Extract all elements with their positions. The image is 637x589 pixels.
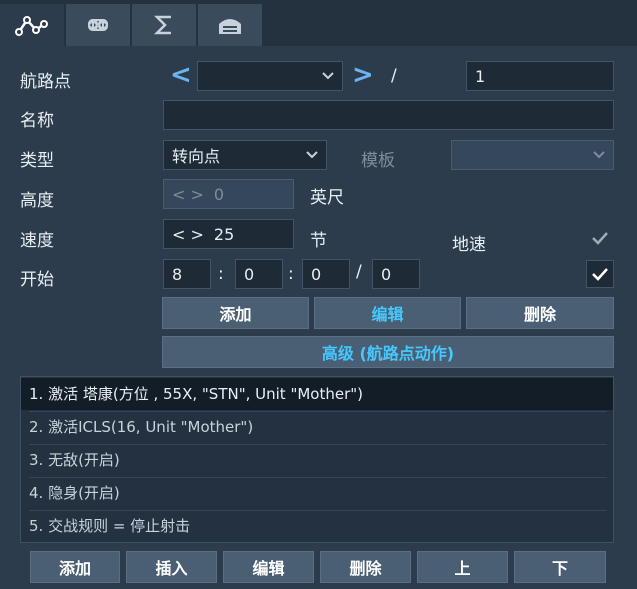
start-separator-2: : bbox=[288, 264, 294, 284]
start-label: 开始 bbox=[20, 270, 54, 290]
next-waypoint-button[interactable]: > bbox=[352, 60, 374, 90]
speed-stepper[interactable]: < > bbox=[172, 225, 204, 244]
waypoint-path-icon bbox=[15, 16, 48, 36]
waypoint-total-field: 1 bbox=[466, 61, 614, 91]
template-select bbox=[451, 140, 614, 170]
tab-bar bbox=[0, 0, 637, 46]
list-item[interactable]: 3. 无敌(开启) bbox=[21, 444, 613, 476]
add-button[interactable]: 添加 bbox=[30, 551, 120, 583]
tab-commands[interactable] bbox=[66, 4, 130, 46]
name-input[interactable] bbox=[163, 100, 614, 130]
tab-hangar[interactable] bbox=[198, 4, 262, 46]
altitude-label: 高度 bbox=[20, 191, 54, 211]
add-action-button[interactable]: 添加 bbox=[162, 297, 309, 329]
waypoint-action-list[interactable]: 1. 激活 塔康(方位 , 55X, "STN", Unit "Mother")… bbox=[20, 376, 614, 543]
start-hours-value: 8 bbox=[172, 264, 183, 284]
waypoint-select[interactable] bbox=[197, 61, 343, 91]
list-item[interactable]: 2. 激活ICLS(16, Unit "Mother") bbox=[21, 411, 613, 443]
speed-input[interactable]: < > 25 bbox=[163, 219, 294, 249]
chevron-down-icon bbox=[593, 151, 605, 159]
altitude-value: 0 bbox=[213, 184, 225, 204]
ground-speed-checkbox bbox=[586, 224, 614, 252]
prev-waypoint-button[interactable]: < bbox=[170, 60, 192, 90]
start-hours-input[interactable]: 8 bbox=[163, 259, 211, 289]
speed-label: 速度 bbox=[20, 231, 54, 251]
type-label: 类型 bbox=[20, 151, 54, 171]
start-separator-1: : bbox=[218, 264, 224, 284]
delete-button[interactable]: 删除 bbox=[320, 551, 411, 583]
template-label: 模板 bbox=[361, 151, 395, 171]
start-seconds-input[interactable]: 0 bbox=[302, 259, 350, 289]
start-minutes-input[interactable]: 0 bbox=[235, 259, 283, 289]
list-item[interactable]: 1. 激活 塔康(方位 , 55X, "STN", Unit "Mother") bbox=[21, 378, 613, 410]
start-checkbox[interactable] bbox=[586, 260, 614, 288]
edit-action-button[interactable]: 编辑 bbox=[314, 297, 461, 329]
start-seconds-value: 0 bbox=[311, 264, 322, 284]
waypoint-separator: / bbox=[391, 66, 397, 86]
chevron-down-icon bbox=[322, 72, 334, 80]
speed-value: 25 bbox=[213, 224, 235, 244]
check-icon bbox=[592, 268, 608, 281]
altitude-unit: 英尺 bbox=[310, 188, 344, 208]
delete-action-button[interactable]: 删除 bbox=[466, 297, 614, 329]
start-day-value: 0 bbox=[381, 264, 392, 284]
start-minutes-value: 0 bbox=[244, 264, 255, 284]
hangar-icon bbox=[219, 19, 241, 34]
type-select[interactable]: 转向点 bbox=[163, 140, 327, 170]
check-icon bbox=[592, 232, 608, 245]
list-item[interactable]: 4. 隐身(开启) bbox=[21, 477, 613, 509]
waypoint-label: 航路点 bbox=[20, 72, 71, 92]
edit-button[interactable]: 编辑 bbox=[223, 551, 314, 583]
altitude-input: < > 0 bbox=[163, 179, 294, 209]
name-label: 名称 bbox=[20, 111, 54, 131]
insert-button[interactable]: 插入 bbox=[126, 551, 217, 583]
tab-summary[interactable] bbox=[132, 4, 196, 46]
tab-waypoints[interactable] bbox=[0, 4, 64, 46]
list-item[interactable]: 5. 交战规则 = 停止射击 bbox=[21, 510, 613, 542]
sigma-icon bbox=[153, 15, 171, 35]
altitude-stepper: < > bbox=[172, 184, 204, 204]
speed-unit: 节 bbox=[310, 231, 327, 251]
ground-speed-label: 地速 bbox=[452, 235, 486, 255]
move-down-button[interactable]: 下 bbox=[514, 551, 606, 583]
command-icon bbox=[87, 19, 109, 31]
type-select-value: 转向点 bbox=[172, 147, 221, 166]
advanced-actions-button[interactable]: 高级 (航路点动作) bbox=[162, 336, 614, 368]
waypoint-total-value: 1 bbox=[475, 66, 486, 86]
start-day-input[interactable]: 0 bbox=[372, 259, 420, 289]
start-separator-3: / bbox=[356, 262, 362, 282]
chevron-down-icon bbox=[306, 151, 318, 159]
move-up-button[interactable]: 上 bbox=[417, 551, 508, 583]
